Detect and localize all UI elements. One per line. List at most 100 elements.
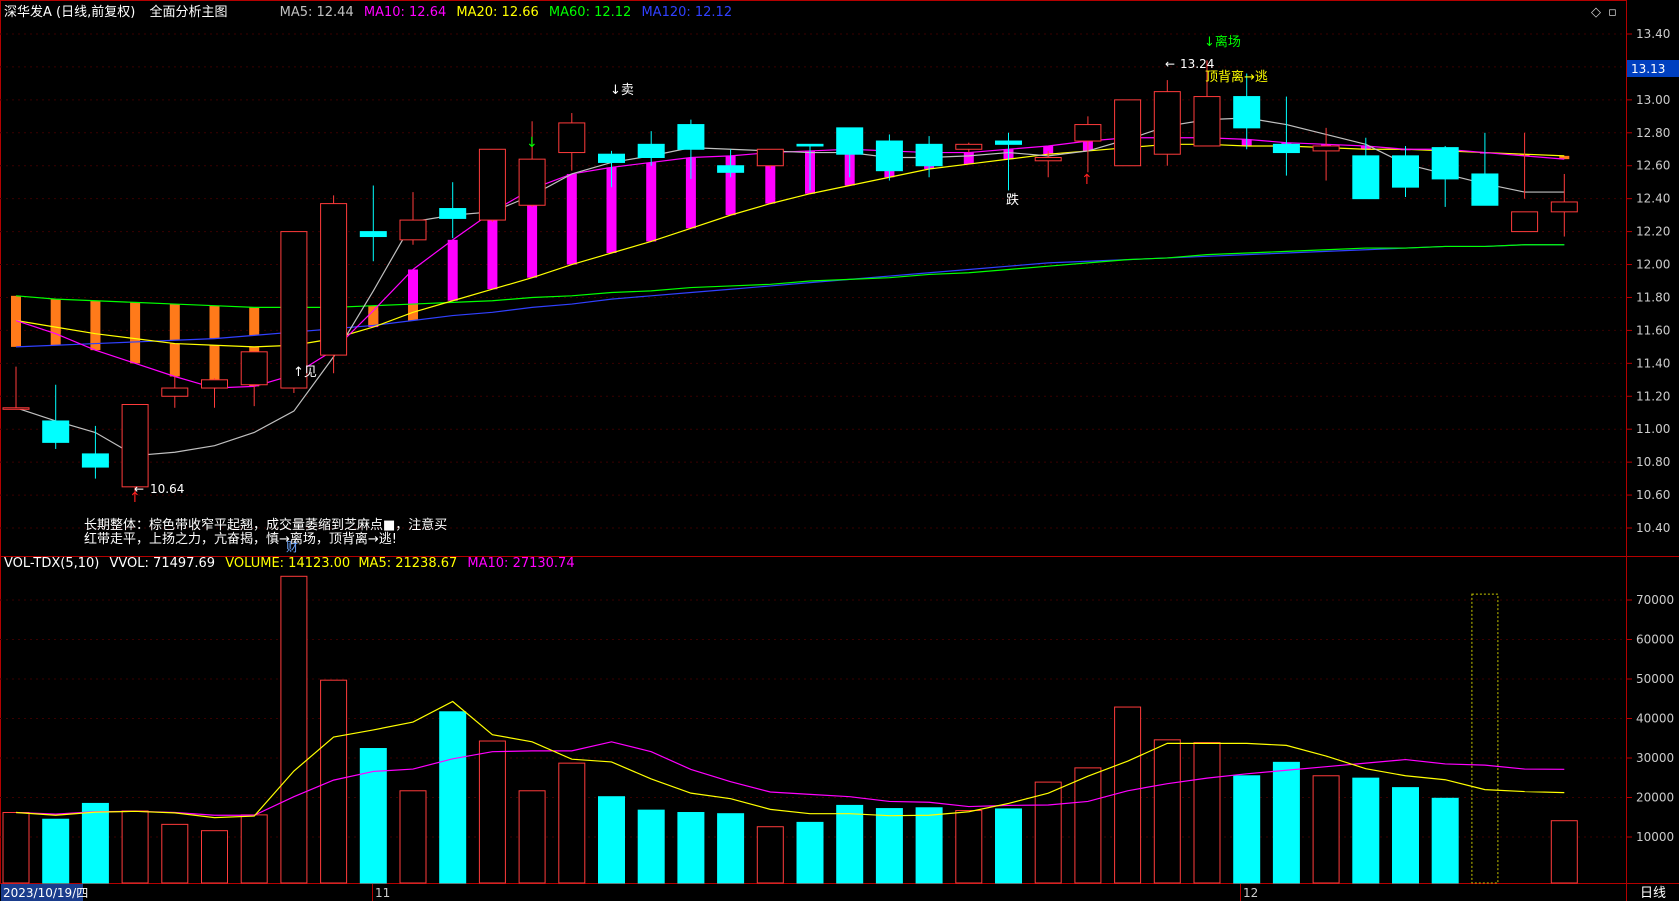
candle-body <box>756 148 784 167</box>
volume-bar <box>1074 767 1102 884</box>
candle-body <box>1511 211 1539 233</box>
candle-body <box>1272 143 1300 154</box>
price-tick-label: 12.40 <box>1636 192 1670 206</box>
volume-bar <box>1193 742 1221 884</box>
candle-body <box>1074 124 1102 142</box>
candle-body <box>915 143 943 167</box>
ma-ribbon-bar <box>169 343 180 377</box>
candle-body <box>121 404 149 488</box>
volume-bar <box>439 711 467 884</box>
volume-bar <box>1550 820 1578 884</box>
volume-bar <box>1034 781 1062 884</box>
volume-bar <box>637 809 665 884</box>
volume-bar <box>915 807 943 884</box>
ma-ribbon-bar <box>249 307 260 336</box>
volume-bar <box>1233 775 1261 884</box>
top-divergence-signal: 顶背离→逃 <box>1205 69 1268 85</box>
candle-body <box>1233 96 1261 129</box>
vvol-forecast-bar <box>1471 593 1499 884</box>
ma-ribbon-bar <box>487 211 498 290</box>
volume-bar <box>598 796 625 884</box>
price-tick-label: 11.60 <box>1636 323 1670 337</box>
start-date-label: 2023/10/19/四 <box>3 886 88 900</box>
volume-bar <box>42 818 70 884</box>
ma-ribbon-bar <box>566 173 577 265</box>
volume-bar <box>995 808 1022 884</box>
candle-body <box>1153 91 1181 155</box>
candle-body <box>717 165 745 173</box>
candle-body <box>875 140 903 172</box>
buy-arrow-icon: ↑ <box>1081 172 1093 188</box>
volume-bar <box>875 808 903 884</box>
ma-ribbon-bar <box>50 299 61 346</box>
volume-bar <box>280 575 308 884</box>
volume-bar <box>161 823 189 884</box>
candle-body <box>1114 99 1142 167</box>
ma-ribbon-bar <box>209 305 220 339</box>
tip-line-1: 长期整体：棕色带收窄平起翘，成交量萎缩到芝麻点■，注意买 <box>84 517 447 533</box>
candle-body <box>637 143 665 158</box>
volume-bar <box>1352 777 1380 884</box>
volume-tick-label: 70000 <box>1636 593 1674 607</box>
price-tick-label: 13.40 <box>1636 27 1670 41</box>
volume-bar <box>1114 706 1142 884</box>
period-label[interactable]: 日线 <box>1640 886 1666 901</box>
volume-bar <box>558 762 586 884</box>
price-tick-label: 10.60 <box>1636 488 1670 502</box>
candle-body <box>558 122 586 154</box>
candle-body <box>1550 201 1578 213</box>
volume-tick-label: 30000 <box>1636 751 1674 765</box>
volume-bar <box>677 812 705 884</box>
volume-bar <box>240 814 268 884</box>
candle-body <box>1312 145 1340 152</box>
candle-body <box>1392 155 1419 188</box>
sell-arrow-icon: ↓ <box>526 135 538 151</box>
candle-body <box>240 351 268 386</box>
volume-bar <box>81 802 109 884</box>
candle-body <box>478 148 506 221</box>
volume-tick-label: 50000 <box>1636 672 1674 686</box>
expand-icon[interactable]: ▫ <box>1608 5 1617 20</box>
diamond-icon[interactable]: ◇ <box>1591 5 1601 20</box>
leave-signal: ↓离场 <box>1204 34 1241 50</box>
candle-body <box>439 208 467 219</box>
stock-chart-canvas[interactable]: ◇ ▫ ↓卖 ↑见 ↓离场 13.24 ← 顶背离→逃 10.64 ← 跌 财 … <box>0 0 1679 901</box>
candle-body <box>81 453 109 468</box>
price-tick-label: 12.80 <box>1636 126 1670 140</box>
candle-body <box>399 219 427 241</box>
volume-bar <box>1431 797 1459 884</box>
candle-body <box>1471 173 1499 206</box>
volume-tick-label: 60000 <box>1636 633 1674 647</box>
candle-body <box>1034 157 1062 162</box>
ma-ribbon-bar <box>368 305 379 326</box>
price-tick-label: 11.80 <box>1636 290 1670 304</box>
price-tick-label: 13.00 <box>1636 93 1670 107</box>
month-nov-label: 11 <box>375 886 390 900</box>
candle-body <box>677 124 705 150</box>
volume-bar <box>1312 775 1340 884</box>
candle-body <box>1431 147 1459 180</box>
candle-body <box>995 140 1022 145</box>
volume-bar <box>796 821 824 884</box>
volume-tick-label: 40000 <box>1636 712 1674 726</box>
price-tick-label: 10.40 <box>1636 521 1670 535</box>
candle-body <box>1193 96 1221 147</box>
price-tick-label: 12.60 <box>1636 159 1670 173</box>
volume-axis: 70000 60000 50000 40000 30000 20000 10000 <box>1626 593 1674 844</box>
volume-gridlines <box>0 599 1626 838</box>
price-tick-label: 11.40 <box>1636 356 1670 370</box>
volume-bar <box>201 830 228 884</box>
volume-bar <box>1153 739 1181 884</box>
volume-bar <box>1392 787 1419 884</box>
volume-bar <box>836 804 864 884</box>
volume-bar <box>1272 761 1300 884</box>
candle-body <box>359 231 387 238</box>
volume-tick-label: 10000 <box>1636 830 1674 844</box>
volume-bar <box>320 679 348 884</box>
price-tick-label: 12.00 <box>1636 258 1670 272</box>
high-arrow: ← <box>1165 57 1175 71</box>
candle-body <box>836 127 864 155</box>
price-tick-label: 11.00 <box>1636 422 1670 436</box>
price-tick-label: 12.20 <box>1636 225 1670 239</box>
ma-ribbon-bar <box>90 300 101 344</box>
